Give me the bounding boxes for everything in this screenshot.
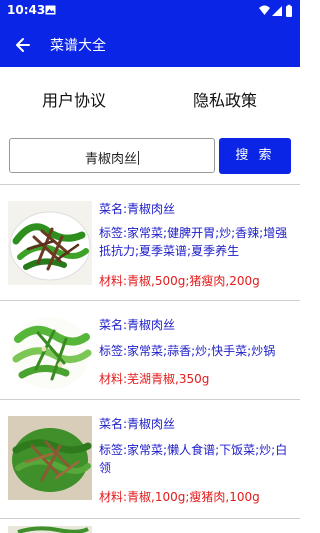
arrow-left-icon[interactable]: [10, 32, 36, 58]
status-bar: 10:43: [0, 0, 300, 22]
status-icons: [259, 4, 292, 17]
app-bar: 菜谱大全: [0, 22, 300, 67]
list-item[interactable]: [0, 519, 300, 533]
search-input[interactable]: 青椒肉丝: [9, 138, 215, 173]
recipe-material: 材料:青椒,100g;瘦猪肉,100g: [99, 490, 260, 504]
list-item[interactable]: 菜名:青椒肉丝 标签:家常菜;蒜香;炒;快手菜;炒锅 材料:芜湖青椒,350g: [0, 301, 300, 399]
app-title: 菜谱大全: [50, 38, 106, 54]
list-item[interactable]: 菜名:青椒肉丝 标签:家常菜;懒人食谱;下饭菜;炒;白领 材料:青椒,100g;…: [0, 400, 300, 518]
recipe-name: 菜名:青椒肉丝: [99, 417, 176, 431]
status-time: 10:43: [7, 3, 46, 17]
signal-icon: [272, 6, 282, 16]
search-value-wrap: 青椒肉丝: [10, 148, 214, 167]
image-icon: [45, 5, 56, 15]
recipe-thumbnail: [8, 526, 92, 533]
privacy-policy-link[interactable]: 隐私政策: [193, 87, 257, 111]
recipe-thumbnail: [8, 201, 92, 285]
battery-icon: [286, 6, 292, 17]
recipe-tags: 标签:家常菜;蒜香;炒;快手菜;炒锅: [99, 344, 276, 358]
recipe-material: 材料:青椒,500g;猪瘦肉,200g: [99, 274, 260, 288]
user-agreement-link[interactable]: 用户协议: [42, 87, 106, 111]
recipe-name: 菜名:青椒肉丝: [99, 202, 176, 216]
recipe-thumbnail: [8, 309, 92, 393]
wifi-icon: [259, 5, 270, 15]
recipe-tags: 标签:家常菜;懒人食谱;下饭菜;炒;白领: [99, 443, 288, 475]
policy-links: 用户协议 隐私政策: [0, 67, 300, 132]
recipe-name: 菜名:青椒肉丝: [99, 318, 176, 332]
text-caret: [138, 151, 139, 165]
recipe-thumbnail: [8, 416, 92, 500]
recipe-material: 材料:芜湖青椒,350g: [99, 372, 210, 386]
search-value: 青椒肉丝: [84, 152, 137, 167]
list-item[interactable]: 菜名:青椒肉丝 标签:家常菜;健脾开胃;炒;香辣;增强抵抗力;夏季菜谱;夏季养生…: [0, 185, 300, 299]
screen: 10:43 菜谱大全 用户协议 隐私政策 青椒肉丝 搜 索 菜名:青椒肉丝 标签…: [0, 0, 300, 533]
search-button[interactable]: 搜 索: [219, 138, 291, 174]
recipe-tags: 标签:家常菜;健脾开胃;炒;香辣;增强抵抗力;夏季菜谱;夏季养生: [99, 226, 288, 258]
